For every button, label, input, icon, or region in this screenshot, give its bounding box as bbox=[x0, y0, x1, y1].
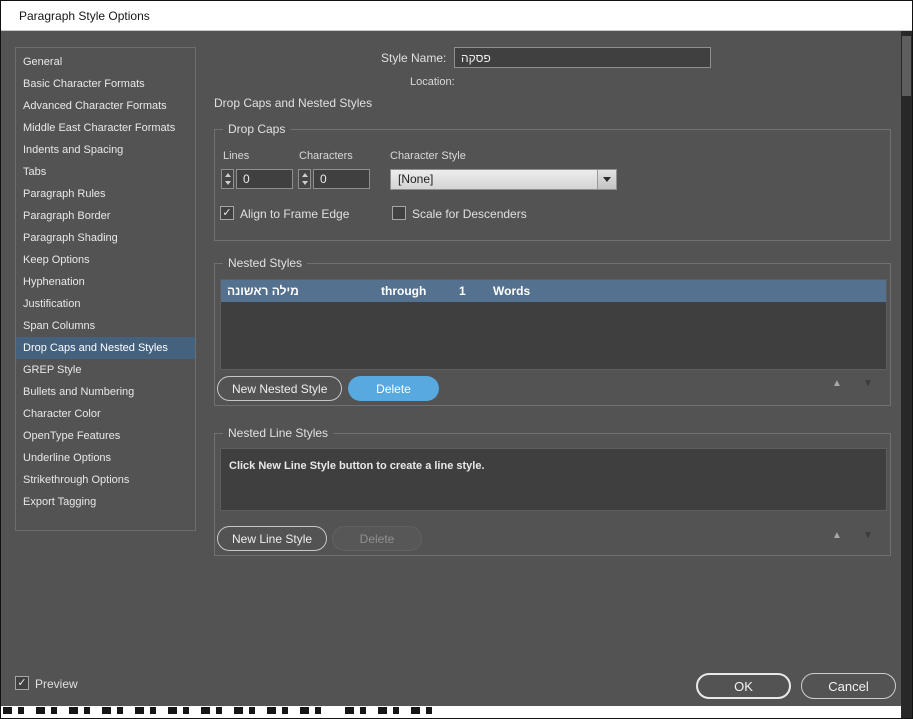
checkmark-icon: ✓ bbox=[17, 676, 27, 689]
sidebar-item-character-color[interactable]: Character Color bbox=[16, 403, 195, 425]
scrollbar-thumb[interactable] bbox=[902, 36, 911, 96]
delete-nested-style-button[interactable]: Delete bbox=[348, 376, 439, 401]
new-line-style-button[interactable]: New Line Style bbox=[217, 526, 328, 551]
background-document-strip bbox=[1, 706, 912, 718]
characters-input[interactable] bbox=[313, 169, 370, 189]
cancel-button[interactable]: Cancel bbox=[801, 673, 896, 699]
nested-style-count: 1 bbox=[459, 284, 466, 298]
sidebar-item-indents-and-spacing[interactable]: Indents and Spacing bbox=[16, 139, 195, 161]
new-nested-style-button[interactable]: New Nested Style bbox=[217, 376, 343, 401]
triangle-down-icon: ▼ bbox=[863, 530, 873, 541]
style-name-label: Style Name: bbox=[381, 51, 447, 65]
sidebar-item-tabs[interactable]: Tabs bbox=[16, 161, 195, 183]
sidebar-item-advanced-character-formats[interactable]: Advanced Character Formats bbox=[16, 95, 195, 117]
lines-label: Lines bbox=[223, 150, 250, 162]
window-titlebar: Paragraph Style Options bbox=[1, 1, 912, 31]
vertical-scrollbar[interactable] bbox=[901, 31, 912, 718]
nested-line-styles-legend: Nested Line Styles bbox=[223, 426, 334, 441]
align-to-frame-edge-checkbox[interactable]: ✓ bbox=[220, 206, 234, 220]
sidebar-item-paragraph-border[interactable]: Paragraph Border bbox=[16, 205, 195, 227]
paragraph-style-options-dialog: Paragraph Style Options General Basic Cha… bbox=[0, 0, 913, 719]
sidebar-item-grep-style[interactable]: GREP Style bbox=[16, 359, 195, 381]
stepper-down-icon bbox=[224, 180, 231, 185]
section-title: Drop Caps and Nested Styles bbox=[214, 96, 373, 110]
sidebar-item-paragraph-rules[interactable]: Paragraph Rules bbox=[16, 183, 195, 205]
move-up-button[interactable]: ▲ bbox=[832, 529, 842, 543]
location-label: Location: bbox=[410, 76, 455, 88]
sidebar-item-basic-character-formats[interactable]: Basic Character Formats bbox=[16, 73, 195, 95]
nested-styles-group: Nested Styles מילה ראשונה through 1 Word… bbox=[214, 256, 891, 406]
drop-caps-legend: Drop Caps bbox=[223, 122, 291, 137]
sidebar-item-keep-options[interactable]: Keep Options bbox=[16, 249, 195, 271]
triangle-up-icon: ▲ bbox=[832, 378, 842, 389]
preview-label: Preview bbox=[35, 677, 78, 691]
chevron-down-icon bbox=[603, 177, 611, 182]
stepper-up-icon bbox=[301, 173, 308, 178]
nested-style-name: מילה ראשונה bbox=[227, 284, 299, 298]
triangle-down-icon: ▼ bbox=[863, 378, 873, 389]
sidebar-item-drop-caps-and-nested-styles[interactable]: Drop Caps and Nested Styles bbox=[16, 337, 195, 359]
nested-style-mode: through bbox=[381, 284, 427, 298]
nested-line-styles-list: Click New Line Style button to create a … bbox=[220, 448, 887, 511]
cropped-text-fragment bbox=[345, 707, 435, 714]
move-down-button[interactable]: ▼ bbox=[863, 377, 873, 391]
sidebar-item-justification[interactable]: Justification bbox=[16, 293, 195, 315]
characters-stepper[interactable] bbox=[298, 169, 311, 189]
sidebar-item-strikethrough-options[interactable]: Strikethrough Options bbox=[16, 469, 195, 491]
style-name-input[interactable] bbox=[454, 47, 711, 68]
cropped-text-fragment bbox=[3, 707, 333, 714]
lines-stepper[interactable] bbox=[221, 169, 234, 189]
sidebar-item-export-tagging[interactable]: Export Tagging bbox=[16, 491, 195, 513]
stepper-up-icon bbox=[224, 173, 231, 178]
sidebar-item-span-columns[interactable]: Span Columns bbox=[16, 315, 195, 337]
character-style-value: [None] bbox=[391, 170, 597, 189]
nested-style-row[interactable]: מילה ראשונה through 1 Words bbox=[221, 280, 886, 302]
scale-for-descenders-checkbox[interactable]: ✓ bbox=[392, 206, 406, 220]
move-down-button[interactable]: ▼ bbox=[863, 529, 873, 543]
window-title: Paragraph Style Options bbox=[19, 8, 150, 23]
nested-styles-legend: Nested Styles bbox=[223, 256, 308, 271]
sidebar-item-middle-east-character-formats[interactable]: Middle East Character Formats bbox=[16, 117, 195, 139]
triangle-up-icon: ▲ bbox=[832, 530, 842, 541]
drop-caps-group: Drop Caps Lines Characters Character Sty… bbox=[214, 122, 891, 241]
sidebar-item-paragraph-shading[interactable]: Paragraph Shading bbox=[16, 227, 195, 249]
character-style-label: Character Style bbox=[390, 150, 466, 162]
sidebar-item-hyphenation[interactable]: Hyphenation bbox=[16, 271, 195, 293]
character-style-select[interactable]: [None] bbox=[390, 169, 617, 190]
checkmark-icon: ✓ bbox=[222, 206, 232, 219]
ok-button[interactable]: OK bbox=[696, 673, 791, 699]
align-to-frame-edge-label: Align to Frame Edge bbox=[240, 207, 350, 221]
sidebar: General Basic Character Formats Advanced C… bbox=[15, 47, 196, 531]
sidebar-item-general[interactable]: General bbox=[16, 51, 195, 73]
sidebar-item-bullets-and-numbering[interactable]: Bullets and Numbering bbox=[16, 381, 195, 403]
character-style-dropdown-button[interactable] bbox=[597, 170, 616, 189]
nested-style-unit: Words bbox=[493, 284, 531, 298]
lines-input[interactable] bbox=[236, 169, 293, 189]
delete-line-style-button[interactable]: Delete bbox=[332, 526, 422, 551]
nested-line-styles-group: Nested Line Styles Click New Line Style … bbox=[214, 426, 891, 556]
nested-styles-list[interactable]: מילה ראשונה through 1 Words bbox=[220, 279, 887, 370]
characters-label: Characters bbox=[299, 150, 353, 162]
stepper-down-icon bbox=[301, 180, 308, 185]
move-up-button[interactable]: ▲ bbox=[832, 377, 842, 391]
sidebar-item-opentype-features[interactable]: OpenType Features bbox=[16, 425, 195, 447]
preview-checkbox[interactable]: ✓ bbox=[15, 676, 29, 690]
nested-line-styles-hint: Click New Line Style button to create a … bbox=[229, 460, 485, 472]
sidebar-item-underline-options[interactable]: Underline Options bbox=[16, 447, 195, 469]
scale-for-descenders-label: Scale for Descenders bbox=[412, 207, 527, 221]
